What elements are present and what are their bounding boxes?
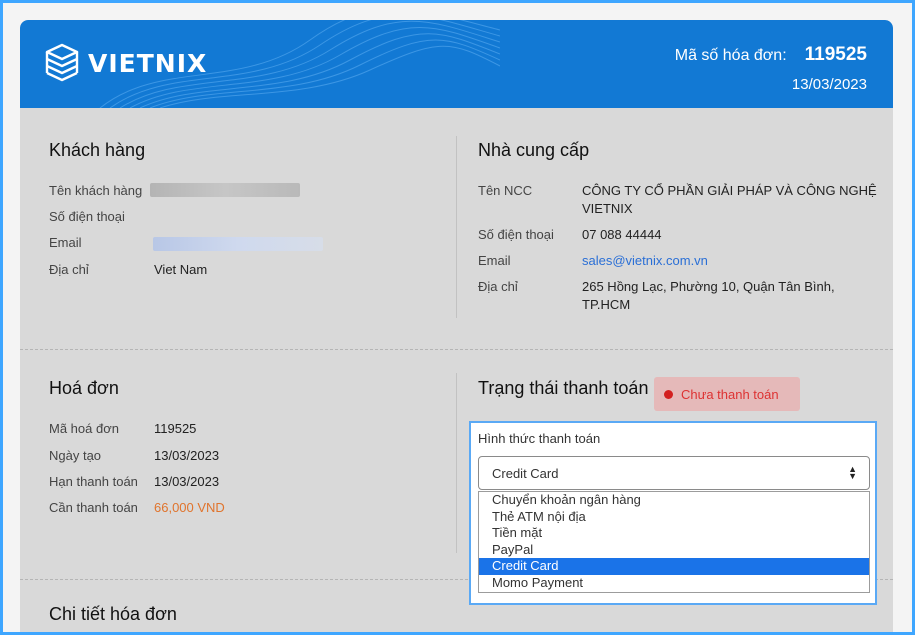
customer-name-redacted — [150, 183, 300, 197]
invoice-title: Hoá đơn — [49, 378, 119, 398]
customer-title: Khách hàng — [49, 140, 146, 160]
payment-status-title: Trạng thái thanh toán — [478, 378, 649, 398]
payment-status-badge: Chưa thanh toán — [654, 377, 800, 411]
invoice-created-label: Ngày tạo — [49, 448, 102, 463]
invoice-due: 13/03/2023 — [154, 474, 220, 489]
supplier-name-line2: VIETNIX — [582, 201, 633, 216]
supplier-email-link[interactable]: sales@vietnix.com.vn — [582, 253, 708, 268]
column-divider-2 — [456, 373, 457, 553]
select-arrows-icon: ▲ ▼ — [848, 464, 857, 481]
section-divider — [20, 349, 893, 350]
vietnix-logo: VIETNIX — [44, 42, 207, 84]
supplier-name-line1: CÔNG TY CỔ PHẦN GIẢI PHÁP VÀ CÔNG NGHỆ — [582, 183, 877, 198]
invoice-number-block: Mã số hóa đơn: 119525 — [675, 44, 867, 66]
stacked-cubes-icon — [45, 43, 79, 82]
payment-method-selected: Credit Card — [492, 466, 559, 481]
supplier-address-label: Địa chỉ — [478, 279, 518, 294]
invoice-number: 119525 — [804, 44, 867, 65]
status-dot-icon — [664, 389, 673, 399]
supplier-address-line1: 265 Hồng Lạc, Phường 10, Quận Tân Bình, — [582, 279, 835, 294]
option-atm-card[interactable]: Thẻ ATM nội địa — [479, 509, 869, 526]
supplier-name-label: Tên NCC — [478, 183, 533, 198]
supplier-title: Nhà cung cấp — [478, 140, 590, 160]
option-bank-transfer[interactable]: Chuyển khoản ngân hàng — [479, 492, 869, 509]
customer-phone-label: Số điện thoại — [49, 209, 125, 224]
invoice-date: 13/03/2023 — [791, 76, 867, 93]
option-momo[interactable]: Momo Payment — [479, 575, 869, 592]
invoice-code: 119525 — [154, 421, 197, 436]
invoice-amount-label: Cần thanh toán — [49, 500, 138, 515]
invoice-number-label: Mã số hóa đơn: — [674, 47, 787, 64]
payment-status-text: Chưa thanh toán — [681, 386, 779, 402]
invoice-due-label: Hạn thanh toán — [49, 474, 138, 489]
option-credit-card[interactable]: Credit Card — [479, 558, 869, 575]
brand-name: VIETNIX — [88, 48, 208, 78]
supplier-phone-label: Số điện thoại — [478, 227, 554, 242]
option-cash[interactable]: Tiền mặt — [479, 525, 869, 542]
details-title: Chi tiết hóa đơn — [49, 604, 177, 624]
payment-method-label: Hình thức thanh toán — [478, 431, 601, 446]
invoice-card: VIETNIX Mã số hóa đơn: 119525 13/03/2023… — [20, 20, 893, 632]
customer-name-label: Tên khách hàng — [49, 183, 143, 198]
column-divider — [456, 136, 457, 318]
page-frame: VIETNIX Mã số hóa đơn: 119525 13/03/2023… — [3, 3, 912, 632]
payment-method-select[interactable]: Credit Card ▲ ▼ — [478, 456, 870, 490]
payment-method-options: Chuyển khoản ngân hàng Thẻ ATM nội địa T… — [478, 491, 870, 593]
supplier-email-label: Email — [478, 253, 511, 268]
customer-address-label: Địa chỉ — [49, 262, 89, 277]
option-paypal[interactable]: PayPal — [479, 542, 869, 559]
payment-method-panel: Hình thức thanh toán Credit Card ▲ ▼ Chuy… — [469, 421, 877, 605]
invoice-amount: 66,000 VND — [154, 500, 225, 515]
invoice-created: 13/03/2023 — [154, 448, 220, 463]
invoice-code-label: Mã hoá đơn — [49, 421, 119, 436]
supplier-phone: 07 088 44444 — [582, 227, 662, 242]
customer-email-label: Email — [49, 235, 82, 250]
customer-address: Viet Nam — [154, 262, 208, 277]
customer-email-redacted — [153, 237, 323, 251]
supplier-address-line2: TP.HCM — [582, 297, 631, 312]
invoice-header: VIETNIX Mã số hóa đơn: 119525 13/03/2023 — [20, 20, 893, 108]
